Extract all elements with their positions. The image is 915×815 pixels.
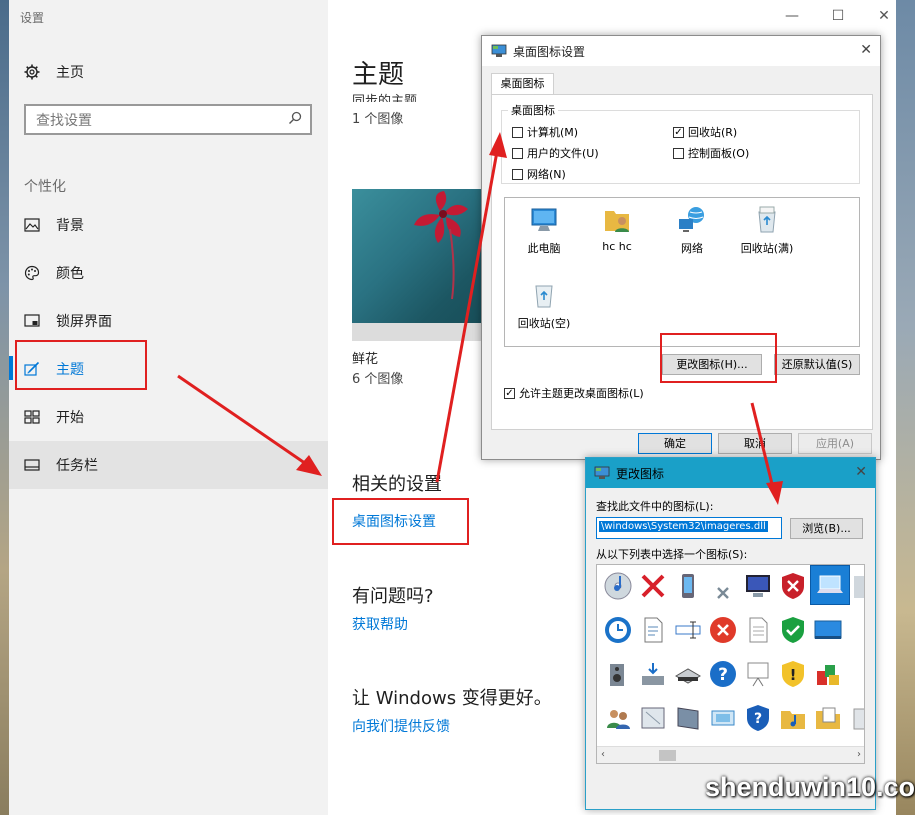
annotation-arrows: [177, 132, 783, 505]
watermark-text: shenduwin10.com: [705, 772, 915, 802]
